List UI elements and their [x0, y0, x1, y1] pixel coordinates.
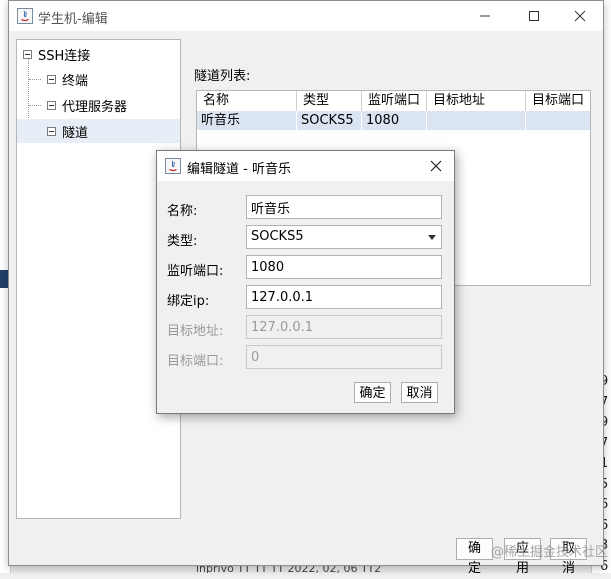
listen-port-field[interactable] [246, 255, 442, 279]
name-label: 名称: [167, 204, 198, 219]
edit-tunnel-dialog: 编辑隧道 - 听音乐 名称: 类型: SOCKS5 监听端口: 绑定ip: 目标… [156, 150, 455, 414]
close-button[interactable] [557, 1, 603, 31]
collapse-icon[interactable] [47, 74, 56, 84]
tree-item-tunnel[interactable]: 隧道 [17, 119, 180, 143]
maximize-button[interactable] [511, 1, 557, 31]
collapse-icon[interactable] [47, 126, 56, 136]
tree-item-proxy[interactable]: 代理服务器 [47, 93, 127, 117]
chevron-down-icon [428, 235, 436, 240]
name-field[interactable] [246, 195, 442, 219]
bind-ip-label: 绑定ip: [167, 294, 210, 309]
dialog-ok-button[interactable]: 确定 [354, 382, 391, 403]
table-cell: 1080 [362, 111, 427, 130]
tree-item-ssh[interactable]: SSH连接 [23, 42, 90, 66]
tree-connector [29, 105, 41, 106]
minimize-button[interactable] [462, 1, 508, 31]
close-icon [430, 160, 442, 172]
type-select[interactable]: SOCKS5 [246, 225, 442, 249]
tree-item-label: 隧道 [62, 125, 89, 141]
table-header: 名称 类型 监听端口 目标地址 目标端口 [197, 91, 590, 112]
tree-connector [29, 79, 41, 80]
column-header[interactable]: 监听端口 [362, 91, 427, 111]
tree-item-terminal[interactable]: 终端 [47, 67, 88, 91]
dialog-title: 编辑隧道 - 听音乐 [187, 162, 291, 177]
bind-ip-field[interactable] [246, 285, 442, 309]
target-port-field [246, 345, 442, 369]
maximize-icon [529, 11, 539, 21]
dialog-titlebar[interactable]: 编辑隧道 - 听音乐 [157, 151, 454, 181]
column-header[interactable]: 目标端口 [526, 91, 590, 111]
java-app-icon [17, 8, 33, 24]
tree-item-label: 代理服务器 [62, 99, 128, 115]
window-title: 学生机-编辑 [38, 12, 108, 27]
window-titlebar[interactable]: 学生机-编辑 [9, 1, 603, 31]
table-cell: SOCKS5 [297, 111, 362, 130]
type-select-value: SOCKS5 [251, 229, 304, 244]
target-address-label: 目标地址: [167, 324, 224, 339]
close-icon [574, 10, 586, 22]
tunnel-list-label: 隧道列表: [194, 69, 251, 84]
tree-item-label: SSH连接 [38, 48, 91, 64]
collapse-icon[interactable] [23, 49, 32, 59]
table-row[interactable]: 听音乐 SOCKS5 1080 [197, 111, 590, 130]
table-cell [526, 111, 590, 130]
java-app-icon [165, 158, 181, 174]
column-header[interactable]: 目标地址 [427, 91, 526, 111]
column-header[interactable]: 名称 [197, 91, 297, 111]
type-label: 类型: [167, 234, 198, 249]
target-address-field [246, 315, 442, 339]
dialog-cancel-button[interactable]: 取消 [401, 382, 438, 403]
column-header[interactable]: 类型 [297, 91, 362, 111]
collapse-icon[interactable] [47, 100, 56, 110]
target-port-label: 目标端口: [167, 354, 224, 369]
ok-button[interactable]: 确定 [456, 538, 493, 576]
watermark: @稀土掘金技术社区 [491, 545, 609, 560]
minimize-icon [480, 15, 490, 17]
tree-item-label: 终端 [62, 73, 89, 89]
table-cell: 听音乐 [197, 111, 297, 130]
listen-port-label: 监听端口: [167, 264, 224, 279]
table-cell [427, 111, 526, 130]
dialog-close-button[interactable] [425, 156, 447, 176]
